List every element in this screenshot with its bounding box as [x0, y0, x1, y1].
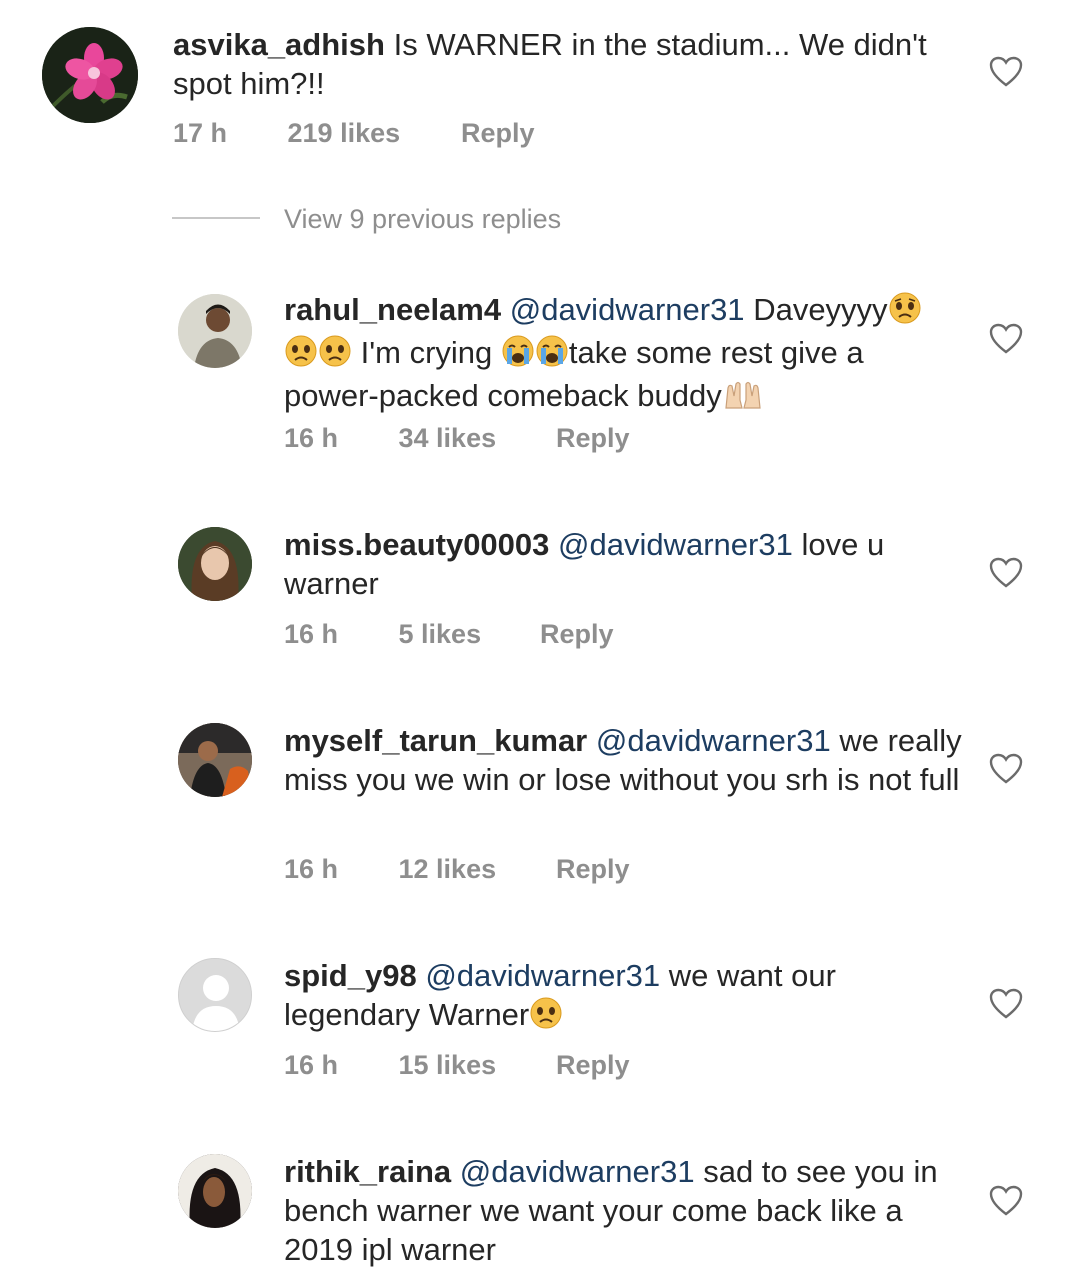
raising-hands-emoji-icon [722, 378, 764, 419]
comment-item: miss.beauty00003 @davidwarner31 love u w… [0, 525, 1080, 685]
crying-face-emoji-icon [535, 335, 569, 376]
flower-icon [42, 27, 138, 123]
avatar[interactable] [178, 527, 252, 601]
comment-body: myself_tarun_kumar @davidwarner31 we rea… [284, 721, 964, 799]
avatar[interactable] [178, 1154, 252, 1228]
comment-username[interactable]: miss.beauty00003 [284, 527, 549, 562]
comment-username[interactable]: asvika_adhish [173, 27, 385, 62]
heart-icon[interactable] [989, 988, 1023, 1020]
sad-face-emoji-icon [284, 335, 318, 376]
comment-username[interactable]: rithik_raina [284, 1154, 451, 1189]
heart-icon[interactable] [989, 1185, 1023, 1217]
avatar[interactable] [178, 958, 252, 1032]
comment-meta: 16 h 34 likes Reply [284, 423, 630, 454]
comment-time: 17 h [173, 118, 228, 148]
comment-meta: 16 h 5 likes Reply [284, 619, 614, 650]
comment-meta: 17 h 219 likes Reply [173, 118, 535, 149]
reply-button[interactable]: Reply [540, 619, 614, 650]
comment-text-continued: I'm crying [360, 335, 493, 370]
comment-likes[interactable]: 34 likes [399, 423, 549, 454]
comment-username[interactable]: myself_tarun_kumar [284, 723, 587, 758]
comment-mention[interactable]: @davidwarner31 [510, 292, 745, 327]
comment-time: 16 h [284, 423, 339, 453]
comment-likes[interactable]: 12 likes [399, 854, 549, 885]
comment-username[interactable]: spid_y98 [284, 958, 417, 993]
comment-time: 16 h [284, 1050, 339, 1080]
comment-username[interactable]: rahul_neelam4 [284, 292, 501, 327]
comment-body: spid_y98 @davidwarner31 we want our lege… [284, 956, 924, 1038]
person-avatar-icon [178, 723, 252, 797]
sad-face-emoji-icon [888, 292, 922, 333]
comment-meta: 16 h 12 likes Reply [284, 854, 630, 885]
crying-face-emoji-icon [501, 335, 535, 376]
comment-mention[interactable]: @davidwarner31 [596, 723, 831, 758]
reply-button[interactable]: Reply [556, 854, 630, 885]
comment-likes[interactable]: 219 likes [288, 118, 454, 149]
heart-icon[interactable] [989, 557, 1023, 589]
comment-meta: 16 h 15 likes Reply [284, 1050, 630, 1081]
avatar[interactable] [178, 294, 252, 368]
comment-likes[interactable]: 5 likes [399, 619, 533, 650]
comment-item: rahul_neelam4 @davidwarner31 Daveyyyy I'… [0, 290, 1080, 480]
comment-item: rithik_raina @davidwarner31 sad to see y… [0, 1152, 1080, 1273]
person-avatar-icon [178, 294, 252, 368]
comment-mention[interactable]: @davidwarner31 [460, 1154, 695, 1189]
comment-mention[interactable]: @davidwarner31 [425, 958, 660, 993]
person-avatar-icon [178, 527, 252, 601]
comment-likes[interactable]: 15 likes [399, 1050, 549, 1081]
default-avatar-icon [179, 959, 251, 1031]
reply-button[interactable]: Reply [461, 118, 535, 149]
heart-icon[interactable] [989, 323, 1023, 355]
avatar[interactable] [42, 27, 138, 123]
avatar[interactable] [178, 723, 252, 797]
comment-body: asvika_adhish Is WARNER in the stadium..… [173, 25, 963, 103]
comment-item: asvika_adhish Is WARNER in the stadium..… [0, 0, 1080, 190]
sad-face-emoji-icon [318, 335, 352, 376]
comment-item: myself_tarun_kumar @davidwarner31 we rea… [0, 721, 1080, 911]
comment-body: rahul_neelam4 @davidwarner31 Daveyyyy I'… [284, 290, 954, 419]
comment-time: 16 h [284, 854, 339, 884]
person-avatar-icon [178, 1154, 252, 1228]
comment-body: rithik_raina @davidwarner31 sad to see y… [284, 1152, 964, 1269]
heart-icon[interactable] [989, 753, 1023, 785]
reply-button[interactable]: Reply [556, 423, 630, 454]
divider-line [172, 217, 260, 219]
comment-mention[interactable]: @davidwarner31 [558, 527, 793, 562]
comment-time: 16 h [284, 619, 339, 649]
comment-item: spid_y98 @davidwarner31 we want our lege… [0, 956, 1080, 1106]
comment-text: Daveyyyy [753, 292, 888, 327]
comment-body: miss.beauty00003 @davidwarner31 love u w… [284, 525, 924, 603]
heart-icon[interactable] [989, 56, 1023, 88]
sad-face-emoji-icon [529, 997, 563, 1038]
reply-button[interactable]: Reply [556, 1050, 630, 1081]
view-replies-label[interactable]: View 9 previous replies [284, 204, 561, 235]
